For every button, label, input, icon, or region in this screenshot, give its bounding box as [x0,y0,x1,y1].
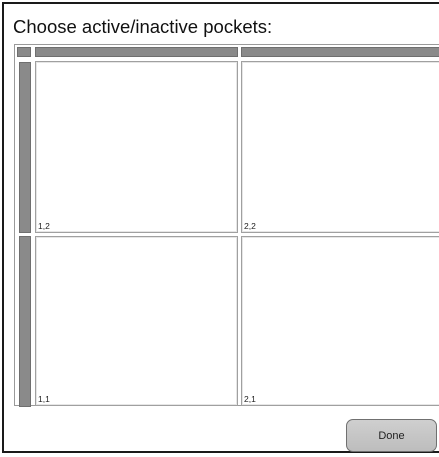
column-header-2[interactable] [241,47,439,57]
pocket-cell[interactable]: 1,1 [35,236,238,406]
pocket-cell[interactable]: 2,2 [241,61,439,233]
done-button[interactable]: Done [346,419,437,452]
dialog-title: Choose active/inactive pockets: [13,16,273,37]
row-header-1[interactable] [19,62,31,233]
select-all-corner-header[interactable] [17,47,31,57]
pocket-cell-label: 1,1 [38,394,50,404]
column-header-1[interactable] [35,47,238,57]
pocket-cell[interactable]: 1,2 [35,61,238,233]
pocket-cell-label: 1,2 [38,221,50,231]
pocket-selection-dialog: Choose active/inactive pockets: 1,2 2,2 … [2,2,439,453]
pocket-cell-label: 2,1 [244,394,256,404]
pocket-cell[interactable]: 2,1 [241,236,439,406]
row-header-2[interactable] [19,236,31,407]
pocket-cell-label: 2,2 [244,221,256,231]
pocket-grid: 1,2 2,2 1,1 2,1 [14,44,439,407]
